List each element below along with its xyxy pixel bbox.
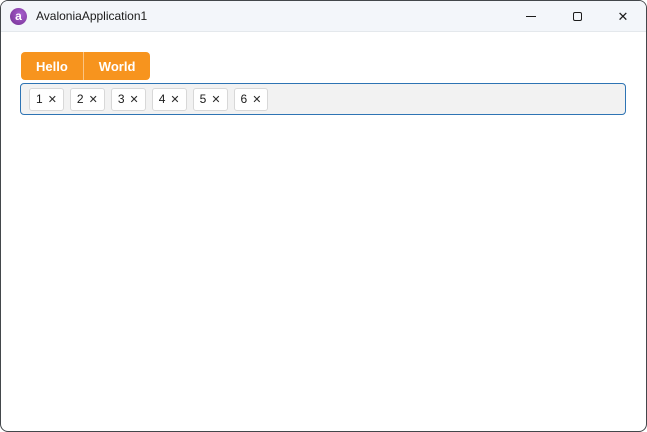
close-icon: ✕ (617, 8, 629, 24)
avalonia-logo-icon: a (10, 7, 27, 25)
close-button[interactable]: ✕ (600, 1, 646, 31)
chip-close-button[interactable]: ✕ (48, 94, 57, 105)
tab-strip: Hello World (21, 52, 151, 80)
tab-item[interactable]: World (82, 52, 151, 80)
chip-label: 5 (199, 92, 207, 106)
chip-label: 6 (240, 92, 248, 106)
maximize-icon (572, 11, 582, 21)
chip-close-button[interactable]: ✕ (130, 94, 139, 105)
titlebar[interactable]: a AvaloniaApplication1 ✕ (1, 1, 646, 32)
minimize-button[interactable] (508, 1, 554, 31)
minimize-icon (526, 15, 536, 17)
window-buttons: ✕ (508, 1, 646, 31)
chip-close-button[interactable]: ✕ (89, 94, 98, 105)
chip-close-button[interactable]: ✕ (252, 94, 261, 105)
chip: 5 ✕ (192, 87, 228, 111)
app-window: a AvaloniaApplication1 ✕ Hello World 1 ✕… (0, 0, 647, 432)
chip-label: 3 (117, 92, 125, 106)
maximize-button[interactable] (554, 1, 600, 31)
chip: 2 ✕ (69, 87, 105, 111)
chip-label: 1 (36, 92, 43, 106)
tab-item[interactable]: Hello (21, 52, 83, 80)
chip: 4 ✕ (151, 87, 187, 111)
chip: 1 ✕ (29, 87, 64, 111)
chip-input-box[interactable]: 1 ✕ 2 ✕ 3 ✕ 4 ✕ 5 ✕ 6 ✕ (20, 83, 626, 115)
chip: 6 ✕ (233, 87, 269, 111)
chip-label: 4 (158, 92, 166, 106)
content-area: Hello World 1 ✕ 2 ✕ 3 ✕ 4 ✕ 5 ✕ 6 ✕ (1, 32, 646, 115)
window-title: AvaloniaApplication1 (36, 9, 148, 23)
chip-close-button[interactable]: ✕ (211, 94, 220, 105)
chip: 3 ✕ (110, 87, 146, 111)
chip-close-button[interactable]: ✕ (170, 94, 179, 105)
chip-label: 2 (76, 92, 84, 106)
